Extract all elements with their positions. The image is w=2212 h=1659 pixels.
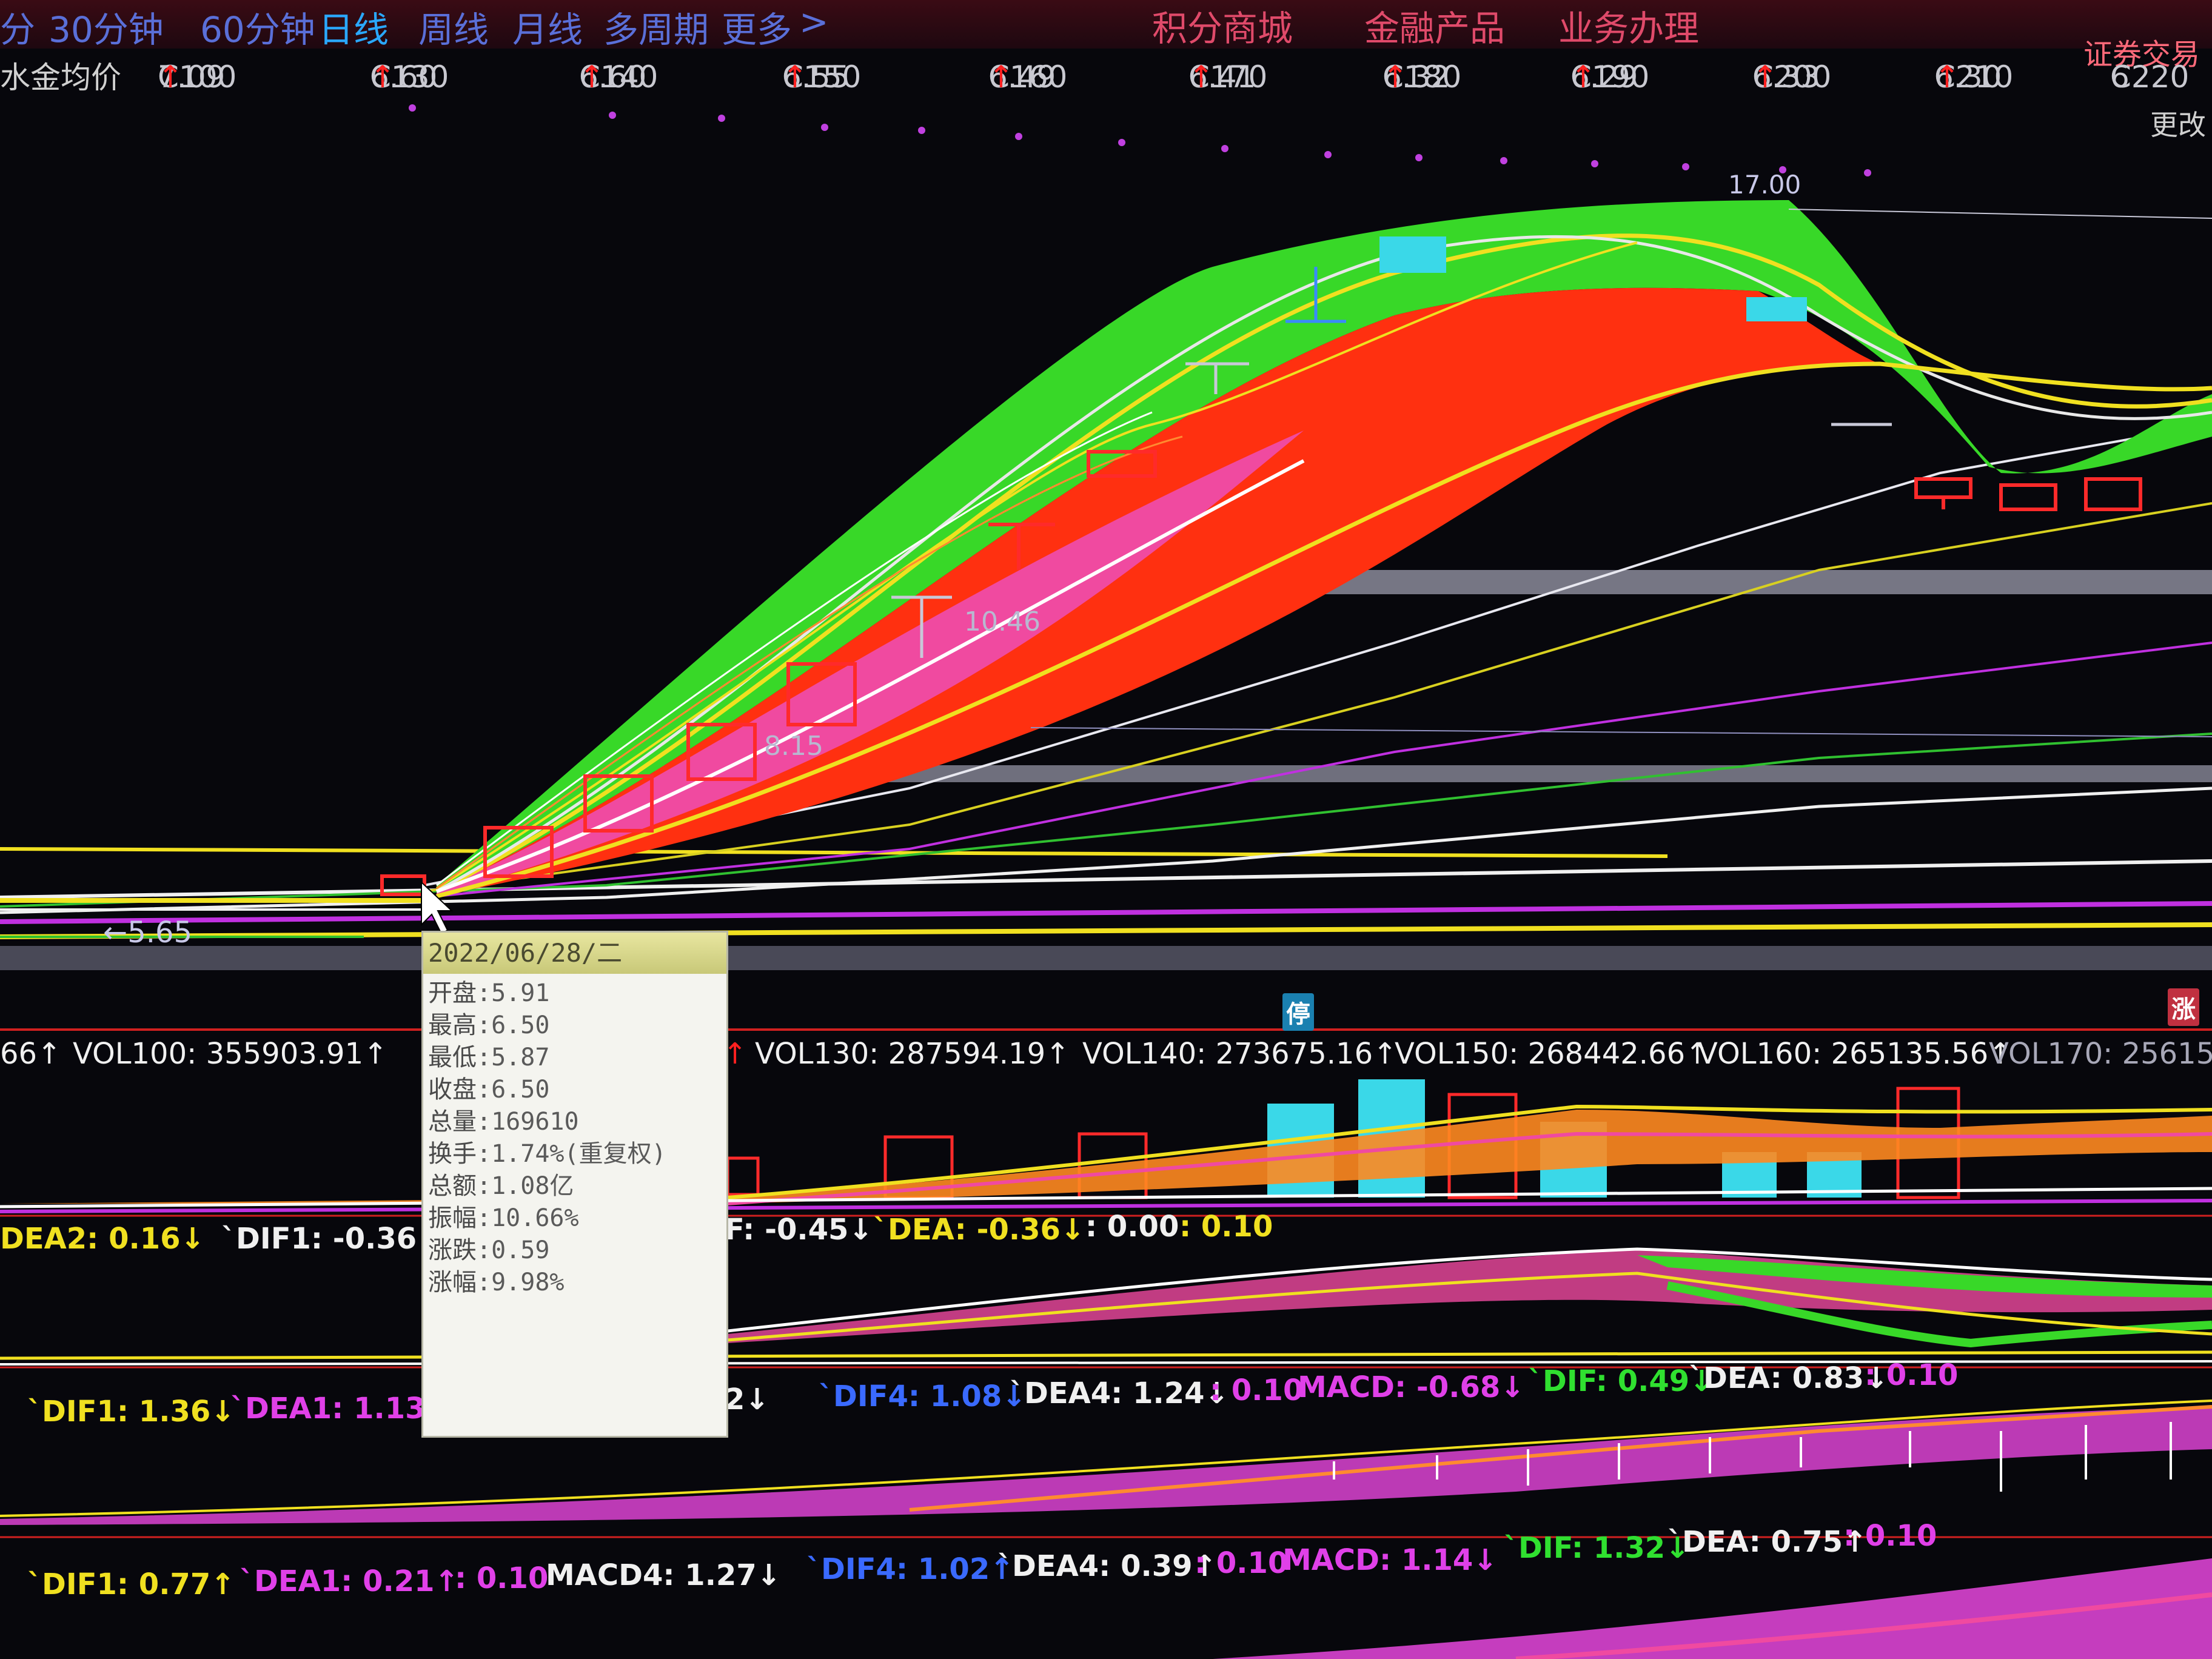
ma-line [0,847,1668,858]
macd-value: `DIF1: -0.36↓ [221,1222,441,1256]
grid-line [1030,727,2212,737]
macd-value: `DEA1: 1.13 [230,1392,426,1426]
macd-value: `DEA4: 0.39↑ [997,1549,1217,1583]
candle-down [1746,297,1807,321]
rise-badge: 涨 [2168,988,2199,1026]
macd-value: DEA2: 0.16↓ [0,1222,205,1256]
macd-value: `DIF: 0.49↓ [1528,1364,1714,1398]
macd-value: : 0.10 [1195,1546,1289,1580]
price-label: 8.15 [764,731,823,762]
tooltip-row-amount: 总额:1.08亿 [428,1172,574,1200]
tooltip-row-amplitude: 振幅:10.66% [428,1204,579,1232]
macd-value: `DIF1: 0.77↑ [27,1567,235,1601]
vol-value: VOL140: 273675.16↑ [1082,1037,1398,1071]
vol-value: VOL170: 256154.3 [1989,1037,2212,1071]
price-label: 10.46 [964,606,1041,637]
tooltip-row-change: 涨跌:0.59 [428,1236,550,1264]
tooltip-row-close: 收盘:6.50 [428,1076,550,1104]
macd-value: : 0.10 [1179,1210,1273,1244]
tooltip-date: 2022/06/28/二 [423,933,726,974]
vol-value: VOL160: 265135.56↑ [1698,1037,2013,1071]
tooltip-row-volume: 总量:169610 [428,1108,579,1136]
candle-down [1379,236,1446,273]
vol-value: 66↑ [0,1037,62,1071]
tooltip-row-turnover: 换手:1.74%(重复权) [428,1140,666,1168]
high-price-label: 17.00 [1728,170,1801,199]
vol-value: VOL130: 287594.19↑ [755,1037,1070,1071]
stop-badge: 停 [1282,993,1314,1031]
vol-value: VOL150: 268442.66↑ [1395,1037,1710,1071]
tooltip-row-high: 最高:6.50 [428,1011,550,1039]
macd-value: 2↓ [725,1382,769,1416]
macd-value: : 0.10 [1843,1519,1937,1553]
low-price-label: ←5.65 [103,916,193,950]
macd-value: `DIF1: 1.36↓ [27,1395,235,1429]
ma-line [0,901,2212,924]
macd-value: `DEA: -0.36↓ [873,1213,1085,1247]
vol-value: VOL100: 355903.91↑ [73,1037,388,1071]
macd-value: `DEA: 0.75↑ [1667,1525,1868,1559]
macd-value: `DIF4: 1.08↓ [819,1379,1027,1413]
macd-panel-1 [0,1247,2212,1366]
macd-value: `DIF4: 1.02↑ [806,1552,1014,1586]
macd-value: F: -0.45↓ [725,1213,873,1247]
candle [1914,477,1972,499]
ma-line [0,922,2212,939]
macd-value: : 0.10 [1210,1373,1304,1407]
macd-value: `DEA4: 1.24↓ [1010,1376,1229,1410]
macd-value: : 0.10 [1865,1358,1959,1392]
macd-value: `DIF: 1.32↓ [1504,1531,1690,1565]
macd-value: `DEA1: 0.21↑ [240,1564,459,1598]
candle [2084,477,2142,511]
tooltip-row-change-pct: 涨幅:9.98% [428,1269,565,1296]
tooltip-row-low: 最低:5.87 [428,1044,550,1071]
support-bar [0,946,2212,970]
macd-value: MACD: -0.68↓ [1298,1370,1525,1404]
macd-value: MACD: 1.14↓ [1282,1543,1498,1577]
volume-panel [0,1079,2212,1213]
macd-value: `DEA: 0.83↓ [1689,1361,1889,1395]
ma-dots [409,104,1871,176]
grid-line [1788,209,2212,219]
macd-value: MACD4: 1.27↓ [546,1558,781,1592]
candle [1999,483,2057,511]
macd-value: : 0.00 [1085,1210,1179,1244]
tooltip-row-open: 开盘:5.91 [428,979,550,1007]
macd-value: : 0.10 [455,1561,549,1595]
candle-info-tooltip: 2022/06/28/二 开盘:5.91 最高:6.50 最低:5.87 收盘:… [421,931,728,1438]
